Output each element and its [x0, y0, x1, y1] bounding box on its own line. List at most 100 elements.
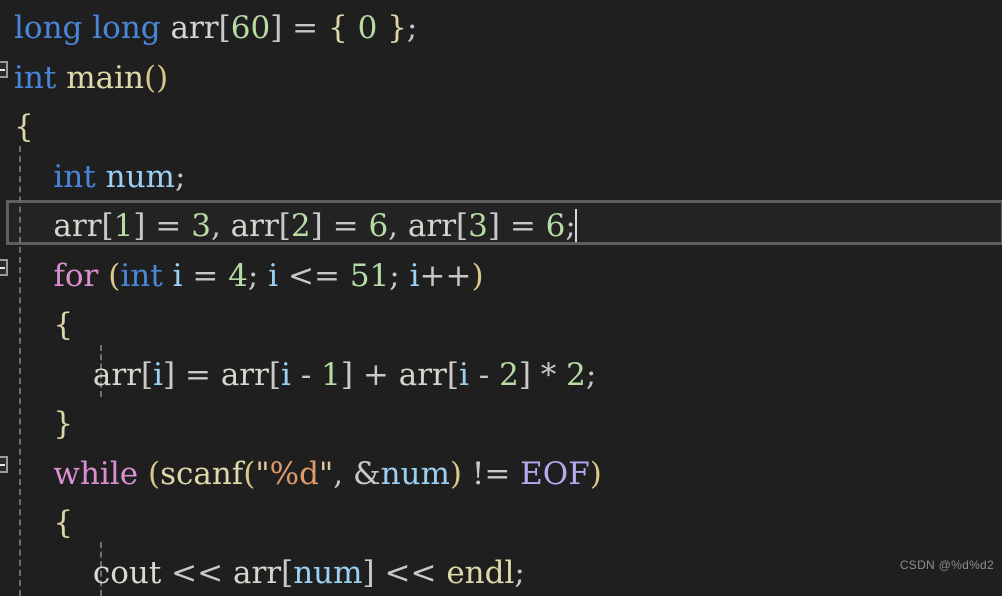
code-line[interactable]: for (int i = 4; i <= 51; i++): [0, 252, 602, 302]
code-line[interactable]: }: [0, 400, 602, 450]
code-token: ,: [333, 455, 344, 492]
code-token: 3: [191, 208, 211, 244]
code-token: 4: [228, 257, 248, 294]
code-token: }: [387, 10, 407, 46]
code-line[interactable]: int num;: [0, 153, 602, 203]
code-token: 6: [545, 208, 566, 244]
code-token: [: [268, 356, 282, 393]
code-token: [: [218, 10, 231, 46]
code-token: <=: [288, 257, 340, 294]
code-token: i: [458, 356, 469, 393]
code-token: num: [105, 158, 175, 195]
fold-marker-for[interactable]: [0, 259, 8, 276]
code-token: 1: [113, 208, 134, 244]
code-token: 2: [566, 356, 586, 393]
code-token: arr: [407, 208, 457, 244]
code-token: =: [184, 356, 211, 393]
code-token: 3: [468, 208, 488, 244]
code-token: 1: [321, 356, 341, 393]
code-line[interactable]: arr[1] = 3, arr[2] = 6, arr[3] = 6;: [0, 202, 602, 252]
code-token: num: [293, 554, 363, 591]
code-line[interactable]: {: [0, 301, 602, 351]
code-token: 2: [499, 356, 519, 393]
code-token: i: [268, 257, 279, 294]
code-token: ++: [419, 257, 472, 294]
code-token: long: [92, 10, 161, 46]
code-editor[interactable]: long long arr[60] = { 0 }; int main(){ in…: [0, 0, 1002, 596]
code-token: {: [53, 505, 74, 541]
code-token: arr: [53, 208, 102, 244]
code-token: while: [53, 455, 139, 492]
code-token: i: [281, 356, 291, 393]
code-token: arr: [92, 356, 141, 393]
code-token: ,: [210, 208, 221, 244]
code-token: long: [14, 10, 83, 46]
code-token: arr: [230, 208, 279, 244]
code-line[interactable]: arr[i] = arr[i - 1] + arr[i - 2] * 2;: [0, 351, 602, 401]
code-token: arr: [170, 10, 219, 46]
code-token: 60: [230, 10, 271, 46]
code-token: int: [53, 158, 96, 195]
code-token: i: [409, 257, 420, 294]
code-line[interactable]: while (scanf("%d", &num) != EOF): [0, 450, 601, 500]
code-token: %d: [269, 455, 319, 492]
fold-marker-while[interactable]: [0, 456, 8, 473]
code-token: [: [278, 208, 291, 244]
code-token: ]: [362, 554, 375, 591]
code-line[interactable]: int main(): [0, 54, 602, 104]
code-token: <<: [384, 554, 437, 591]
code-token: arr: [232, 554, 282, 591]
code-token: +: [362, 356, 389, 393]
code-token: [: [101, 208, 114, 244]
code-line[interactable]: {: [0, 499, 602, 549]
text-cursor: [574, 209, 577, 242]
fold-gutter: [0, 0, 16, 596]
code-token: =: [155, 208, 182, 244]
code-token: ]: [133, 208, 146, 244]
code-token: ;: [389, 257, 400, 294]
code-text-area[interactable]: long long arr[60] = { 0 }; int main(){ in…: [0, 0, 602, 596]
code-line[interactable]: {: [0, 103, 602, 153]
code-token: ;: [247, 257, 259, 294]
code-token: endl: [446, 554, 515, 591]
code-token: ;: [585, 356, 597, 393]
fold-marker-main[interactable]: [0, 61, 8, 78]
code-token: =: [292, 10, 319, 46]
code-token: ,: [388, 208, 399, 244]
code-token: arr: [220, 356, 269, 393]
code-token: (: [143, 59, 157, 96]
code-token: (: [243, 455, 256, 492]
code-line[interactable]: long long arr[60] = { 0 };: [0, 4, 602, 54]
code-line[interactable]: cout << arr[num] << endl;: [0, 549, 602, 596]
